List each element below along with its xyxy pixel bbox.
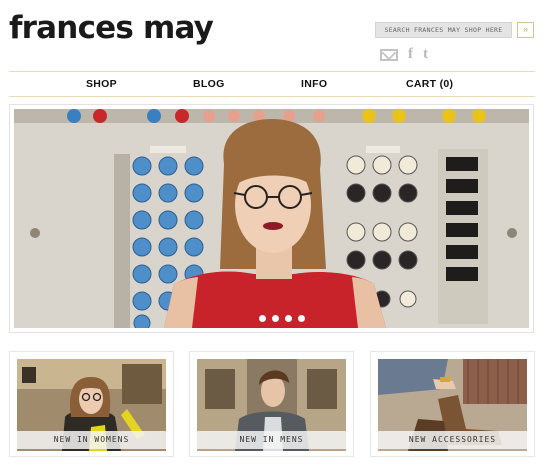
slide-dot-4[interactable] bbox=[298, 315, 305, 322]
main-nav: SHOP BLOG INFO CART (0) bbox=[9, 71, 535, 97]
tile-new-in-mens[interactable]: NEW IN MENS bbox=[189, 351, 354, 457]
search-input[interactable] bbox=[375, 22, 512, 38]
mail-icon[interactable] bbox=[380, 48, 398, 61]
slide-dot-1[interactable] bbox=[259, 315, 266, 322]
nav-shop[interactable]: SHOP bbox=[86, 72, 117, 96]
twitter-icon[interactable]: t bbox=[423, 47, 428, 62]
hero-slideshow[interactable] bbox=[9, 104, 534, 333]
hero-image bbox=[14, 109, 529, 328]
tile-label: NEW IN WOMENS bbox=[17, 431, 166, 449]
slideshow-pager bbox=[259, 315, 305, 322]
nav-cart[interactable]: CART (0) bbox=[406, 72, 453, 96]
search-submit-button[interactable]: » bbox=[517, 22, 534, 38]
tile-label: NEW ACCESSORIES bbox=[378, 431, 527, 449]
facebook-icon[interactable]: f bbox=[408, 47, 413, 62]
nav-blog[interactable]: BLOG bbox=[193, 72, 225, 96]
social-links: f t bbox=[380, 47, 428, 62]
tile-new-in-womens[interactable]: NEW IN WOMENS bbox=[9, 351, 174, 457]
nav-info[interactable]: INFO bbox=[301, 72, 327, 96]
tile-label: NEW IN MENS bbox=[197, 431, 346, 449]
tile-new-accessories[interactable]: NEW ACCESSORIES bbox=[370, 351, 535, 457]
search-bar: » bbox=[375, 22, 534, 38]
slide-dot-3[interactable] bbox=[285, 315, 292, 322]
site-logo[interactable]: frances may bbox=[9, 8, 214, 48]
slide-dot-2[interactable] bbox=[272, 315, 279, 322]
